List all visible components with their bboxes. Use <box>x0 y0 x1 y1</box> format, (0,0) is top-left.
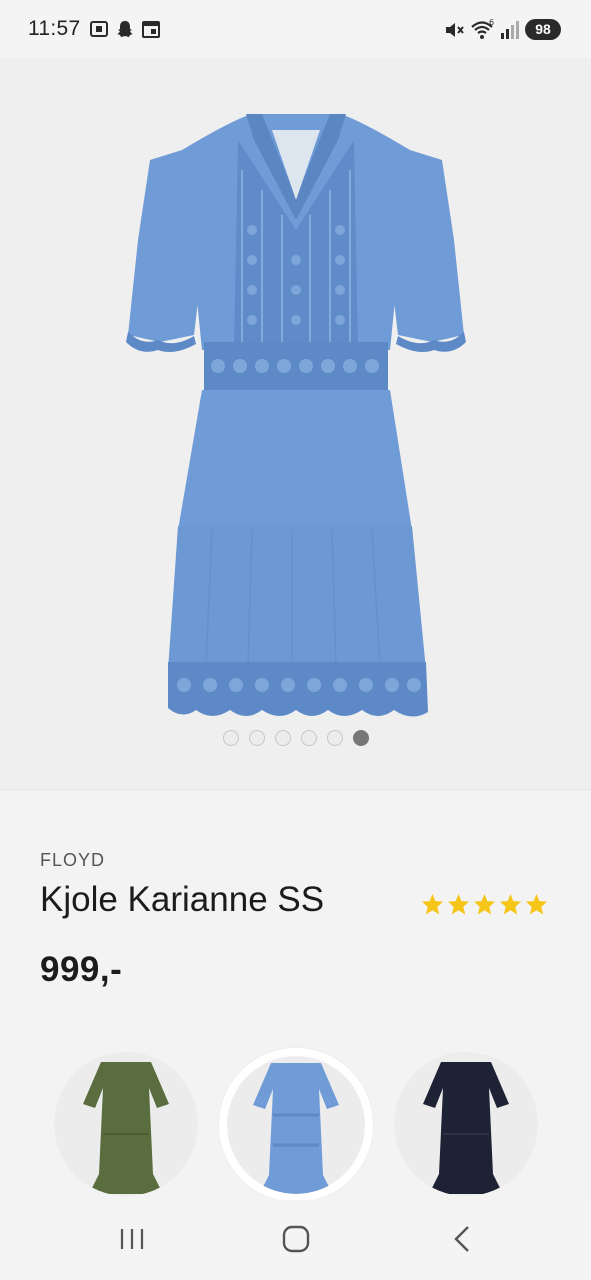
gallery-dot[interactable] <box>326 730 343 746</box>
gallery-dot[interactable] <box>274 730 291 746</box>
star-icon <box>421 893 444 915</box>
star-icon <box>473 893 496 915</box>
star-icon <box>499 893 522 915</box>
mute-icon <box>446 23 464 37</box>
gallery-dot[interactable] <box>300 730 317 746</box>
gallery-pagination[interactable] <box>0 730 591 746</box>
snapchat-icon <box>117 21 133 37</box>
gallery-dot-active[interactable] <box>352 730 369 746</box>
product-image-gallery[interactable] <box>0 58 591 790</box>
wifi-icon: 6 <box>471 19 494 39</box>
gallery-dot[interactable] <box>222 730 239 746</box>
back-icon[interactable] <box>448 1224 478 1254</box>
variant-thumbnail <box>253 1063 339 1194</box>
product-image[interactable] <box>122 110 470 730</box>
variant-inner <box>227 1056 365 1194</box>
rating-stars[interactable] <box>421 893 548 915</box>
calendar-icon <box>142 21 160 38</box>
svg-text:6: 6 <box>489 19 494 27</box>
status-bar: 11:57 6 98 <box>0 0 591 58</box>
gallery-dot[interactable] <box>248 730 265 746</box>
recent-apps-icon[interactable] <box>117 1224 147 1254</box>
battery-indicator: 98 <box>525 19 561 40</box>
system-nav-bar <box>0 1200 591 1280</box>
star-icon <box>525 893 548 915</box>
variant-thumbnail <box>83 1062 169 1194</box>
variant-green[interactable] <box>54 1052 198 1196</box>
product-price: 999,- <box>40 950 123 989</box>
status-time: 11:57 <box>28 17 81 40</box>
home-icon[interactable] <box>281 1224 311 1254</box>
color-variant-selector <box>0 1046 591 1202</box>
variant-blue-selected[interactable] <box>219 1048 373 1202</box>
product-title: Kjole Karianne SS <box>40 880 325 919</box>
signal-icon <box>501 21 519 39</box>
variant-navy[interactable] <box>394 1052 538 1196</box>
variant-thumbnail <box>423 1062 509 1194</box>
product-brand[interactable]: FLOYD <box>40 850 105 871</box>
star-icon <box>447 893 470 915</box>
screenshot-icon <box>90 21 108 37</box>
